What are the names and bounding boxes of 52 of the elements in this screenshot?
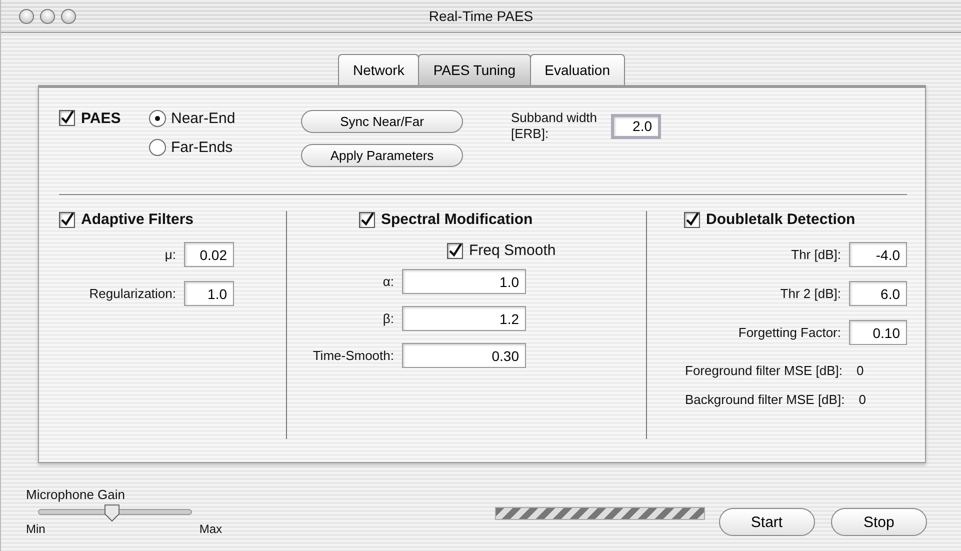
field-label: Thr [dB]: — [791, 247, 841, 262]
checkbox[interactable] — [359, 212, 375, 228]
push-button[interactable]: Sync Near/Far — [301, 110, 463, 133]
radio-label: Far-Ends — [171, 139, 233, 156]
input-field[interactable]: 1.0 — [184, 281, 234, 306]
tab[interactable]: PAES Tuning — [418, 54, 531, 85]
window-control-icon[interactable] — [40, 8, 55, 24]
window-control-icon[interactable] — [61, 8, 76, 24]
field-label: α: — [382, 274, 394, 289]
radio-button[interactable] — [149, 110, 166, 127]
checkbox-label: PAES — [81, 110, 121, 127]
input-field[interactable]: 2.0 — [611, 114, 661, 138]
checkbox[interactable] — [59, 212, 75, 228]
input-field[interactable]: -4.0 — [849, 242, 907, 267]
push-button[interactable]: Start — [718, 508, 815, 536]
slider-thumb[interactable] — [104, 504, 120, 522]
section-title: Adaptive Filters — [81, 211, 194, 228]
input-field[interactable]: 1.2 — [402, 306, 526, 331]
window-control-icon[interactable] — [19, 8, 34, 24]
radio-button[interactable] — [149, 139, 166, 156]
readout-label: Foreground filter MSE [dB]: — [685, 363, 843, 378]
slider[interactable]: Min Max — [26, 504, 222, 536]
input-field[interactable]: 1.0 — [402, 269, 526, 294]
radio-label: Near-End — [171, 110, 236, 127]
readout-value: 0 — [856, 363, 864, 378]
section-title: Doubletalk Detection — [706, 211, 856, 228]
input-field[interactable]: 0.10 — [849, 320, 907, 345]
slider-min-label: Min — [26, 522, 46, 536]
field-label: Regularization: — [89, 286, 176, 301]
checkbox[interactable] — [59, 110, 75, 126]
slider-label: Microphone Gain — [26, 487, 126, 502]
tab[interactable]: Network — [338, 54, 420, 85]
input-field[interactable]: 0.02 — [184, 242, 234, 267]
readout-value: 0 — [858, 392, 866, 407]
field-label: μ: — [164, 247, 176, 262]
field-label: β: — [382, 311, 394, 326]
field-label: Forgetting Factor: — [738, 325, 841, 340]
field-label: Subband width [ERB]: — [511, 110, 598, 142]
push-button[interactable]: Stop — [830, 508, 927, 536]
checkbox[interactable] — [447, 242, 463, 258]
tab[interactable]: Evaluation — [530, 54, 625, 85]
checkbox-label: Freq Smooth — [469, 242, 556, 259]
field-label: Time-Smooth: — [312, 348, 394, 363]
input-field[interactable]: 6.0 — [849, 281, 907, 306]
input-field[interactable]: 0.30 — [402, 343, 526, 368]
checkbox[interactable] — [684, 212, 700, 228]
readout-label: Background filter MSE [dB]: — [685, 392, 845, 407]
section-title: Spectral Modification — [381, 211, 533, 228]
window-title: Real-Time PAES — [428, 8, 534, 24]
push-button[interactable]: Apply Parameters — [301, 144, 463, 167]
field-label: Thr 2 [dB]: — [780, 286, 841, 301]
slider-max-label: Max — [199, 522, 222, 536]
